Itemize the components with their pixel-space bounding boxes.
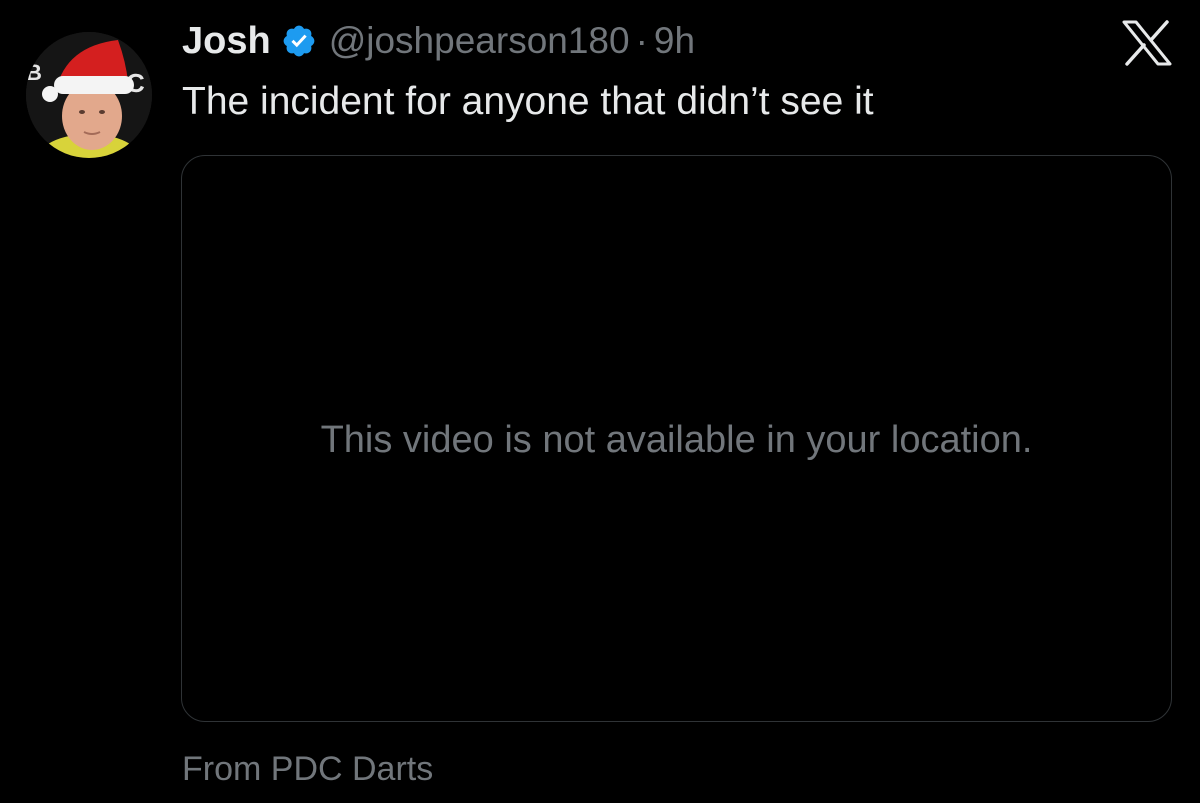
tweet-text: The incident for anyone that didn’t see … (182, 80, 874, 123)
author-handle[interactable]: @joshpearson180 (329, 20, 630, 62)
tweet-header: Josh @joshpearson180 · 9h (182, 18, 695, 64)
video-unavailable-message: This video is not available in your loca… (320, 419, 1033, 461)
verified-badge-icon (281, 23, 317, 59)
video-media-card[interactable]: This video is not available in your loca… (181, 155, 1172, 722)
author-display-name[interactable]: Josh (182, 20, 271, 63)
separator-dot: · (635, 20, 648, 61)
tweet-timestamp[interactable]: 9h (654, 20, 695, 62)
avatar[interactable]: B C (26, 32, 152, 158)
x-logo-icon[interactable] (1122, 20, 1172, 66)
profile-photo-santa-hat-icon: B C (26, 32, 152, 158)
source-attribution-link[interactable]: From PDC Darts (182, 750, 433, 789)
svg-text:B: B (26, 60, 42, 85)
